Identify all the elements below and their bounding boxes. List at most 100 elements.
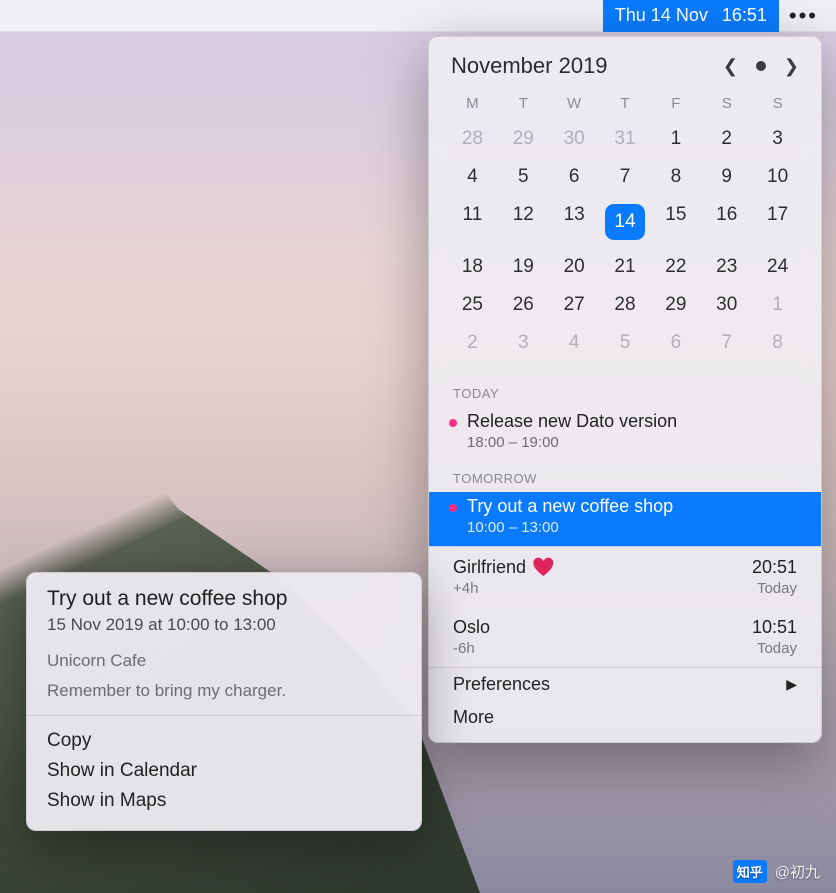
calendar-day[interactable]: 27	[549, 286, 600, 324]
action-copy[interactable]: Copy	[47, 726, 401, 756]
calendar-day[interactable]: 8	[752, 324, 803, 362]
calendar-weekday: M	[447, 89, 498, 120]
calendar-day[interactable]: 12	[498, 196, 549, 248]
event-time: 10:00 – 13:00	[467, 519, 797, 536]
chevron-right-icon: ▶	[786, 676, 797, 693]
calendar-day[interactable]: 2	[447, 324, 498, 362]
calendar-weekday: S	[752, 89, 803, 120]
calendar-day[interactable]: 18	[447, 248, 498, 286]
calendar-day[interactable]: 4	[549, 324, 600, 362]
calendar-day[interactable]: 6	[549, 158, 600, 196]
section-label-tomorrow: TOMORROW	[429, 461, 821, 492]
calendar-day[interactable]: 4	[447, 158, 498, 196]
event-dot-icon	[449, 504, 457, 512]
section-label-today: TODAY	[429, 376, 821, 407]
calendar-day[interactable]: 19	[498, 248, 549, 286]
event-today[interactable]: Release new Dato version 18:00 – 19:00	[429, 407, 821, 461]
calendar-week-row: 18192021222324	[447, 248, 803, 286]
calendar-nav: ❮ ❯	[723, 56, 799, 77]
calendar-weekday-row: MTWTFSS	[447, 89, 803, 120]
action-show-in-maps[interactable]: Show in Maps	[47, 786, 401, 816]
quicklook-location: Unicorn Cafe	[47, 651, 401, 671]
timezone-day: Today	[752, 640, 797, 657]
calendar-week-row: 45678910	[447, 158, 803, 196]
calendar-day[interactable]: 23	[701, 248, 752, 286]
calendar-day[interactable]: 9	[701, 158, 752, 196]
calendar-day[interactable]: 31	[600, 120, 651, 158]
calendar-day[interactable]: 20	[549, 248, 600, 286]
calendar-day[interactable]: 5	[498, 158, 549, 196]
quicklook-note: Remember to bring my charger.	[47, 681, 401, 701]
calendar-week-row: 28293031123	[447, 120, 803, 158]
heart-icon: ❤️	[532, 557, 554, 578]
calendar-day[interactable]: 21	[600, 248, 651, 286]
calendar-day[interactable]: 11	[447, 196, 498, 248]
calendar-day[interactable]: 7	[701, 324, 752, 362]
calendar-day[interactable]: 10	[752, 158, 803, 196]
event-quicklook: Try out a new coffee shop 15 Nov 2019 at…	[26, 572, 422, 831]
event-title: Try out a new coffee shop	[467, 496, 797, 517]
menubar-overflow-icon[interactable]: •••	[779, 3, 828, 29]
calendar-header: November 2019 ❮ ❯	[429, 37, 821, 87]
calendar-week-row: 2345678	[447, 324, 803, 362]
calendar-day[interactable]: 17	[752, 196, 803, 248]
timezone-name: Oslo	[453, 617, 490, 638]
calendar-weekday: W	[549, 89, 600, 120]
timezone-offset: +4h	[453, 580, 752, 597]
calendar-weekday: T	[600, 89, 651, 120]
calendar-weekday: T	[498, 89, 549, 120]
calendar-day[interactable]: 22	[650, 248, 701, 286]
timezone-day: Today	[752, 580, 797, 597]
menu-preferences[interactable]: Preferences ▶	[429, 668, 821, 701]
calendar-day[interactable]: 5	[600, 324, 651, 362]
calendar-day[interactable]: 8	[650, 158, 701, 196]
calendar-prev-icon[interactable]: ❮	[723, 56, 738, 77]
calendar-day[interactable]: 7	[600, 158, 651, 196]
event-dot-icon	[449, 419, 457, 427]
calendar-day[interactable]: 13	[549, 196, 600, 248]
calendar-week-row: 11121314151617	[447, 196, 803, 248]
calendar-day[interactable]: 3	[752, 120, 803, 158]
timezone-row[interactable]: Girlfriend ❤️ +4h 20:51 Today	[429, 547, 821, 607]
menubar-date: Thu 14 Nov	[615, 5, 708, 26]
event-time: 18:00 – 19:00	[467, 434, 797, 451]
calendar-day[interactable]: 28	[447, 120, 498, 158]
calendar-day[interactable]: 30	[549, 120, 600, 158]
calendar-day[interactable]: 14	[600, 196, 651, 248]
watermark-handle: @初九	[775, 861, 820, 882]
menu-label: Preferences	[453, 674, 550, 695]
calendar-weekday: F	[650, 89, 701, 120]
timezone-offset: -6h	[453, 640, 752, 657]
calendar-day[interactable]: 24	[752, 248, 803, 286]
event-title: Release new Dato version	[467, 411, 797, 432]
calendar-day[interactable]: 2	[701, 120, 752, 158]
menubar-datetime[interactable]: Thu 14 Nov 16:51	[603, 0, 779, 32]
calendar-week-row: 2526272829301	[447, 286, 803, 324]
calendar-day[interactable]: 1	[650, 120, 701, 158]
calendar-day[interactable]: 6	[650, 324, 701, 362]
calendar-day[interactable]: 16	[701, 196, 752, 248]
calendar-day[interactable]: 26	[498, 286, 549, 324]
calendar-day[interactable]: 1	[752, 286, 803, 324]
event-tomorrow[interactable]: Try out a new coffee shop 10:00 – 13:00	[429, 492, 821, 546]
action-show-in-calendar[interactable]: Show in Calendar	[47, 756, 401, 786]
timezone-row[interactable]: Oslo -6h 10:51 Today	[429, 607, 821, 667]
calendar-day[interactable]: 15	[650, 196, 701, 248]
menubar: Thu 14 Nov 16:51 •••	[0, 0, 836, 32]
quicklook-subtitle: 15 Nov 2019 at 10:00 to 13:00	[47, 615, 401, 635]
menu-more[interactable]: More	[429, 701, 821, 742]
quicklook-title: Try out a new coffee shop	[47, 587, 401, 611]
calendar-grid: MTWTFSS 28293031123456789101112131415161…	[429, 87, 821, 376]
calendar-day[interactable]: 29	[650, 286, 701, 324]
calendar-title: November 2019	[451, 53, 723, 79]
timezone-name: Girlfriend	[453, 557, 526, 578]
calendar-today-icon[interactable]	[756, 61, 766, 71]
calendar-day[interactable]: 28	[600, 286, 651, 324]
calendar-day[interactable]: 29	[498, 120, 549, 158]
menubar-time: 16:51	[722, 5, 767, 26]
calendar-day[interactable]: 3	[498, 324, 549, 362]
watermark: 知乎 @初九	[733, 860, 820, 883]
calendar-day[interactable]: 30	[701, 286, 752, 324]
calendar-day[interactable]: 25	[447, 286, 498, 324]
calendar-next-icon[interactable]: ❯	[784, 56, 799, 77]
